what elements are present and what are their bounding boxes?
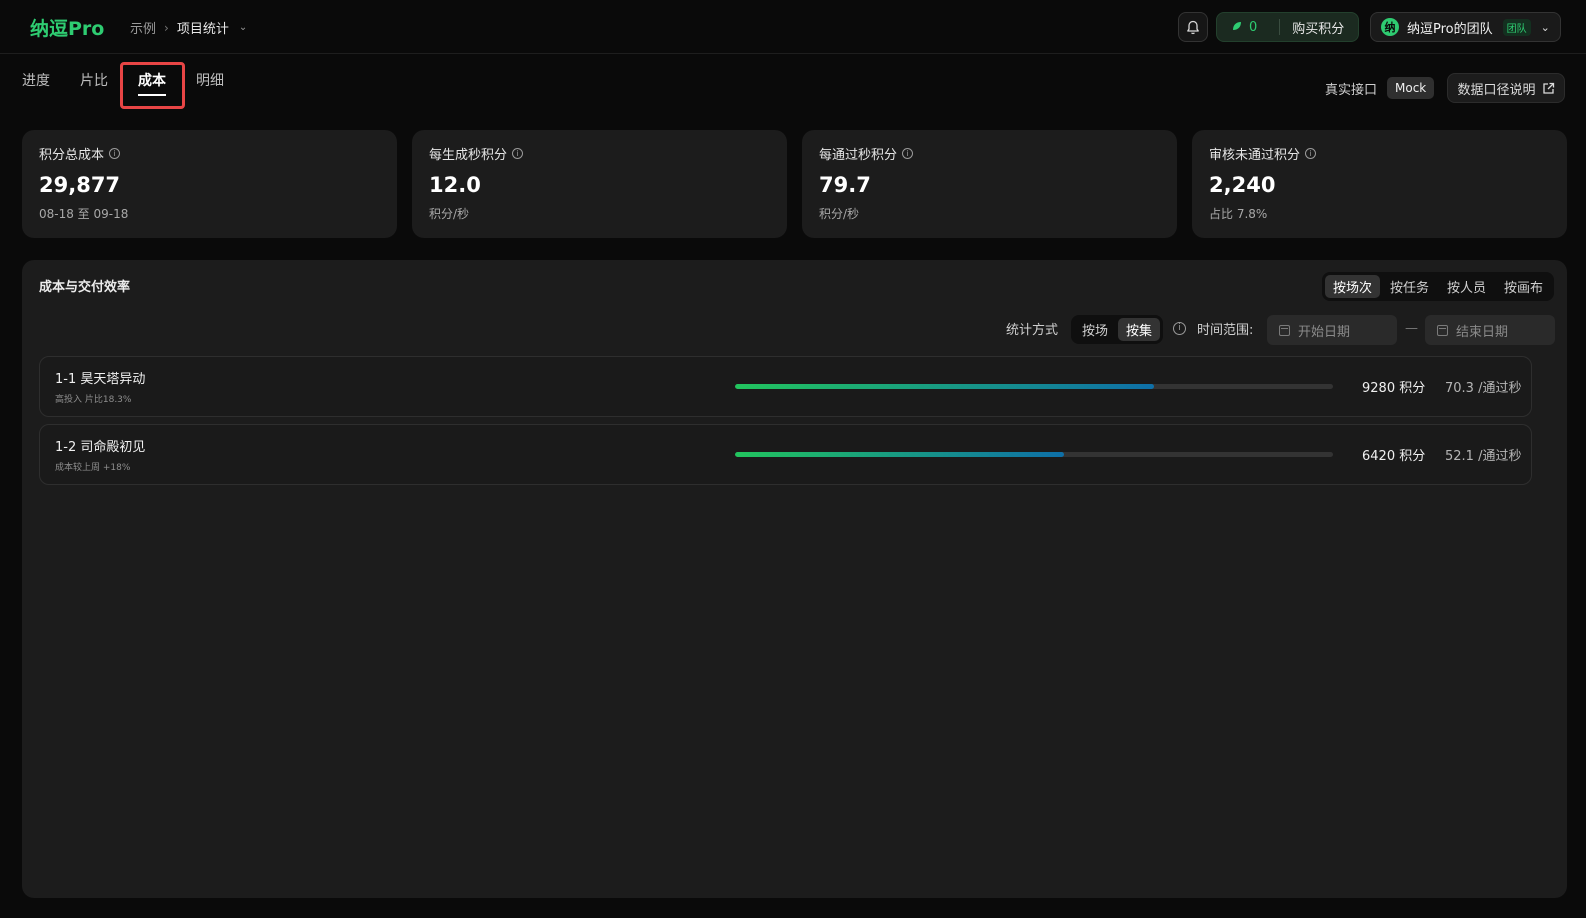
info-icon[interactable]: i bbox=[902, 148, 914, 159]
team-badge: 团队 bbox=[1502, 18, 1531, 36]
active-tab-indicator bbox=[138, 94, 166, 96]
end-date-input[interactable]: 结束日期 bbox=[1425, 315, 1555, 345]
row-subtitle: 高投入 片比18.3% bbox=[55, 395, 132, 405]
chevron-down-icon[interactable]: ⌄ bbox=[239, 22, 247, 33]
row-subtitle: 成本较上周 +18% bbox=[55, 463, 131, 473]
stat-by-scene[interactable]: 按场 bbox=[1074, 318, 1116, 341]
time-range-label: 时间范围: bbox=[1197, 323, 1254, 338]
card-label: 每通过秒积分 bbox=[819, 148, 898, 163]
chevron-down-icon[interactable]: ⌄ bbox=[1541, 21, 1550, 34]
stat-card-pass-per-second: 每通过秒积分 i 79.7 积分/秒 bbox=[802, 130, 1177, 238]
stat-card-gen-per-second: 每生成秒积分 i 12.0 积分/秒 bbox=[412, 130, 787, 238]
real-api-toggle[interactable]: 真实接口 bbox=[1325, 79, 1377, 98]
info-icon[interactable]: i bbox=[512, 148, 524, 159]
stat-card-total-cost: 积分总成本 i 29,877 08-18 至 09-18 bbox=[22, 130, 397, 238]
mock-toggle[interactable]: Mock bbox=[1387, 77, 1435, 99]
card-value: 29,877 bbox=[39, 173, 121, 197]
row-points: 6420 积分 bbox=[1362, 449, 1426, 464]
tab-progress[interactable]: 进度 bbox=[22, 68, 50, 108]
bell-icon bbox=[1187, 20, 1199, 34]
team-switcher[interactable]: 纳 纳逗Pro的团队 团队 ⌄ bbox=[1370, 12, 1561, 42]
group-by-task[interactable]: 按任务 bbox=[1382, 275, 1437, 298]
end-date-placeholder: 结束日期 bbox=[1456, 324, 1509, 340]
notification-button[interactable] bbox=[1178, 12, 1208, 42]
buy-points-button[interactable]: 购买积分 bbox=[1292, 18, 1344, 37]
cost-progress-fill bbox=[735, 384, 1154, 389]
group-by-scene[interactable]: 按场次 bbox=[1325, 275, 1381, 298]
group-by-person[interactable]: 按人员 bbox=[1439, 275, 1494, 298]
leaf-icon bbox=[1231, 20, 1243, 35]
cost-progress-fill bbox=[735, 452, 1064, 457]
info-icon[interactable]: i bbox=[109, 148, 121, 159]
tab-cost[interactable]: 成本 bbox=[138, 68, 166, 108]
tab-ratio[interactable]: 片比 bbox=[80, 68, 108, 108]
panel-title: 成本与交付效率 bbox=[39, 280, 131, 295]
card-sub: 08-18 至 09-18 bbox=[39, 207, 129, 221]
start-date-placeholder: 开始日期 bbox=[1298, 324, 1351, 340]
view-tabs: 进度 片比 成本 明细 bbox=[22, 68, 254, 108]
start-date-input[interactable]: 开始日期 bbox=[1267, 315, 1397, 345]
team-avatar: 纳 bbox=[1381, 18, 1399, 36]
row-title: 1-2 司命殿初见 bbox=[55, 440, 146, 455]
stat-card-rejected: 审核未通过积分 i 2,240 占比 7.8% bbox=[1192, 130, 1567, 238]
stat-by-episode[interactable]: 按集 bbox=[1118, 318, 1161, 341]
card-value: 12.0 bbox=[429, 173, 481, 197]
row-points: 9280 积分 bbox=[1362, 381, 1426, 396]
cost-progress-track bbox=[735, 384, 1333, 389]
breadcrumb-current[interactable]: 项目统计 bbox=[177, 18, 229, 37]
stat-method-segmented: 按场 按集 bbox=[1071, 315, 1164, 344]
row-title: 1-1 昊天塔异动 bbox=[55, 372, 146, 387]
points-balance: 0 bbox=[1249, 19, 1258, 35]
points-pill[interactable]: 0 购买积分 bbox=[1216, 12, 1359, 42]
card-label: 积分总成本 bbox=[39, 148, 105, 163]
card-label: 每生成秒积分 bbox=[429, 148, 508, 163]
breadcrumb-parent[interactable]: 示例 bbox=[130, 18, 156, 37]
external-link-icon bbox=[1542, 82, 1554, 94]
card-value: 79.7 bbox=[819, 173, 871, 197]
info-icon[interactable]: i bbox=[1173, 322, 1186, 335]
divider bbox=[1279, 19, 1281, 35]
row-rate: 70.3 /通过秒 bbox=[1445, 381, 1522, 396]
stat-cards: 积分总成本 i 29,877 08-18 至 09-18 每生成秒积分 i 12.0… bbox=[22, 130, 1567, 238]
card-sub: 积分/秒 bbox=[819, 207, 860, 221]
info-icon[interactable]: i bbox=[1305, 148, 1317, 159]
breadcrumb-separator-icon: › bbox=[164, 20, 169, 35]
card-sub: 积分/秒 bbox=[429, 207, 470, 221]
card-sub: 占比 7.8% bbox=[1209, 207, 1268, 221]
breadcrumb: 示例 › 项目统计 ⌄ bbox=[130, 18, 247, 38]
list-item[interactable]: 1-2 司命殿初见 成本较上周 +18% 6420 积分 52.1 /通过秒 bbox=[39, 424, 1532, 485]
calendar-icon bbox=[1437, 324, 1448, 336]
group-by-canvas[interactable]: 按画布 bbox=[1496, 275, 1551, 298]
tab-detail[interactable]: 明细 bbox=[196, 68, 224, 108]
data-definition-label: 数据口径说明 bbox=[1457, 82, 1536, 98]
top-bar: 纳逗Pro 示例 › 项目统计 ⌄ 0 购买积分 纳 纳逗Pro的团队 团队 ⌄ bbox=[0, 0, 1586, 54]
card-label: 审核未通过积分 bbox=[1209, 148, 1301, 163]
date-range-separator: — bbox=[1405, 321, 1418, 336]
card-value: 2,240 bbox=[1209, 173, 1276, 197]
group-by-segmented: 按场次 按任务 按人员 按画布 bbox=[1322, 272, 1555, 301]
calendar-icon bbox=[1279, 324, 1290, 336]
team-name: 纳逗Pro的团队 bbox=[1407, 21, 1493, 37]
list-item[interactable]: 1-1 昊天塔异动 高投入 片比18.3% 9280 积分 70.3 /通过秒 bbox=[39, 356, 1532, 417]
cost-efficiency-panel: 成本与交付效率 按场次 按任务 按人员 按画布 统计方式 按场 按集 i 时间范… bbox=[22, 260, 1567, 898]
data-definition-button[interactable]: 数据口径说明 bbox=[1447, 73, 1565, 103]
cost-progress-track bbox=[735, 452, 1333, 457]
stat-method-label: 统计方式 bbox=[1006, 323, 1059, 338]
row-rate: 52.1 /通过秒 bbox=[1445, 449, 1522, 464]
app-logo[interactable]: 纳逗Pro bbox=[30, 14, 104, 41]
